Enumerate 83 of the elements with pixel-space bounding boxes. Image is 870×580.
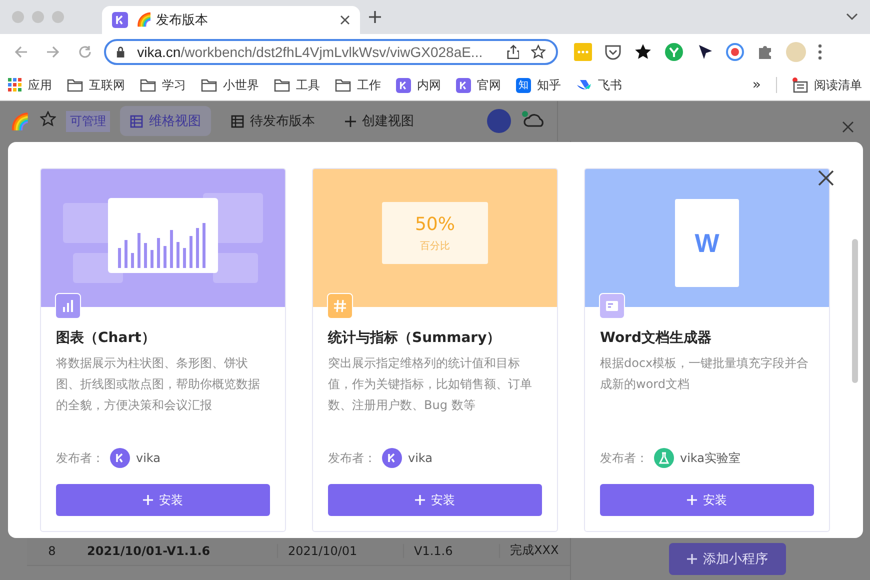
install-button[interactable]: 安装 xyxy=(600,484,814,516)
widget-title: Word文档生成器 xyxy=(600,329,712,347)
widget-icon xyxy=(55,293,81,319)
vika-logo-icon xyxy=(382,448,402,468)
folder-icon xyxy=(335,78,351,92)
table-cell-text: 8 xyxy=(47,544,57,558)
avatar-icon[interactable] xyxy=(487,109,511,133)
vika-logo-icon xyxy=(396,78,411,92)
pocket-icon[interactable] xyxy=(604,43,622,61)
install-button[interactable]: 安装 xyxy=(328,484,542,516)
bookmark-item[interactable]: 应用 xyxy=(8,76,52,94)
grid-view-icon xyxy=(130,114,143,128)
bookmark-item[interactable]: 飞书 xyxy=(576,76,622,94)
new-tab-icon[interactable] xyxy=(368,10,382,24)
tab-title: 🌈 发布版本 xyxy=(136,11,210,29)
share-icon[interactable] xyxy=(506,44,520,60)
vika-logo-icon xyxy=(112,12,128,28)
folder-icon xyxy=(140,78,156,92)
widget-title: 图表（Chart） xyxy=(56,329,156,347)
create-view-button[interactable]: 创建视图 xyxy=(335,106,424,136)
publisher-label: 发布者： xyxy=(56,450,104,466)
widget-title: 统计与指标（Summary） xyxy=(328,329,502,347)
tab-list-icon[interactable] xyxy=(846,13,858,21)
folder-icon xyxy=(67,78,83,92)
address-bar[interactable]: vika.cn/workbench/dst2fhL4VjmLvlkWsv/viwGX028aE... xyxy=(104,39,558,65)
reading-list-button[interactable]: 阅读清单 xyxy=(792,76,862,94)
install-button[interactable]: 安装 xyxy=(56,484,270,516)
star-icon[interactable] xyxy=(531,44,546,60)
extension-icon[interactable] xyxy=(664,42,684,62)
lock-icon xyxy=(116,46,126,58)
cursor-icon[interactable] xyxy=(696,43,714,61)
table-cell-text: 完成XXX xyxy=(509,542,560,559)
plus-icon xyxy=(687,495,697,505)
permission-tag: 可管理 xyxy=(66,110,110,132)
plus-icon xyxy=(415,495,425,505)
publisher-name: vika xyxy=(408,451,433,465)
folder-icon xyxy=(274,78,290,92)
publisher-label: 发布者： xyxy=(600,450,648,466)
flask-icon xyxy=(654,448,674,468)
view-tab[interactable]: 待发布版本 xyxy=(221,106,325,136)
extension-icon[interactable] xyxy=(726,43,744,61)
bookmark-item[interactable]: 官网 xyxy=(456,76,501,94)
publisher-name: vika实验室 xyxy=(680,450,741,466)
publisher-label: 发布者： xyxy=(328,450,376,466)
bookmark-item[interactable]: 互联网 xyxy=(67,76,125,94)
bookmark-item[interactable]: 工具 xyxy=(274,76,320,94)
rainbow-icon: 🌈 xyxy=(10,112,30,130)
close-icon[interactable] xyxy=(818,170,834,186)
grid-view-icon xyxy=(231,114,244,128)
plus-icon xyxy=(143,495,153,505)
table-cell: 2021/10/01 xyxy=(278,544,404,558)
browser-tab[interactable]: 🌈 发布版本 xyxy=(102,6,360,34)
bookmark-item[interactable]: 工作 xyxy=(335,76,381,94)
widget-description: 将数据展示为柱状图、条形图、饼状图、折线图或散点图，帮助你概览数据的全貌，方便决策和会议汇报 xyxy=(56,355,261,414)
puzzle-icon[interactable] xyxy=(756,43,774,61)
widget-description: 根据docx模板，一键批量填充字段并合成新的word文档 xyxy=(600,355,810,393)
close-tab-icon[interactable] xyxy=(340,15,350,25)
document-illustration: W xyxy=(675,199,739,287)
widget-description: 突出展示指定维格列的统计值和目标值，作为关键指标，比如销售额、订单数、注册用户数、Bug 数等 xyxy=(328,355,533,414)
reading-list-icon xyxy=(792,77,808,93)
table-cell: 2021/10/01-V1.1.6 xyxy=(77,544,278,558)
summary-card-illustration: 50% 百分比 xyxy=(382,202,488,264)
plus-icon xyxy=(687,554,697,564)
vika-logo-icon xyxy=(110,448,130,468)
publisher-name: vika xyxy=(136,451,161,465)
bird-logo-icon xyxy=(576,78,592,92)
bookmark-item[interactable]: 小世界 xyxy=(201,76,259,94)
folder-icon xyxy=(201,78,217,92)
scrollbar-thumb[interactable] xyxy=(852,239,858,383)
add-widget-button[interactable]: 添加小程序 xyxy=(669,543,786,575)
bookmark-item[interactable]: 知 知乎 xyxy=(516,76,561,94)
plus-icon xyxy=(345,116,356,126)
apps-grid-icon xyxy=(8,78,22,92)
table-cell: V1.1.6 xyxy=(404,544,500,558)
bookmark-item[interactable]: 内网 xyxy=(396,76,441,94)
menu-icon[interactable] xyxy=(818,44,822,60)
vika-logo-icon xyxy=(456,78,471,92)
widget-icon xyxy=(599,293,625,319)
widget-icon xyxy=(327,293,353,319)
zhihu-logo-icon: 知 xyxy=(516,78,531,92)
star-icon[interactable] xyxy=(634,43,652,61)
more-bookmarks-button[interactable]: » xyxy=(752,77,761,93)
bookmark-item[interactable]: 学习 xyxy=(140,76,186,94)
